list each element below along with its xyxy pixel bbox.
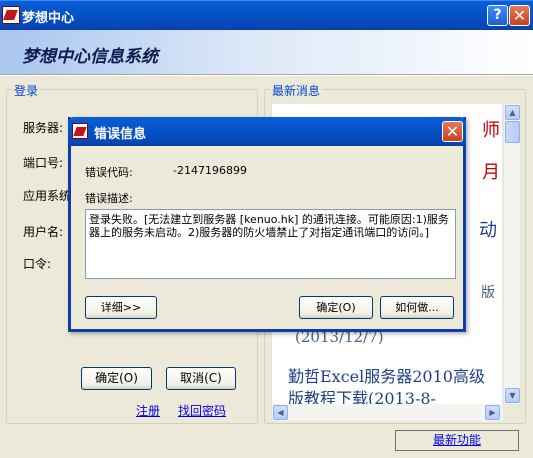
banner-title: 梦想中心信息系统 bbox=[22, 47, 158, 67]
dialog-app-icon bbox=[72, 123, 88, 139]
login-ok-button[interactable]: 确定(O) bbox=[81, 367, 152, 390]
latest-features-panel: 最新功能 bbox=[395, 430, 519, 451]
scroll-down-icon[interactable]: ▼ bbox=[505, 388, 520, 403]
news-vertical-scrollbar[interactable]: ▲ ▼ bbox=[503, 104, 520, 404]
login-group-label: 登录 bbox=[12, 82, 41, 99]
recover-password-link[interactable]: 找回密码 bbox=[178, 402, 226, 419]
scroll-thumb[interactable] bbox=[505, 121, 520, 143]
window-titlebar[interactable]: 梦想中心 ? ✕ bbox=[0, 0, 533, 30]
header-banner: 梦想中心信息系统 bbox=[0, 30, 533, 74]
dialog-close-button[interactable]: ✕ bbox=[442, 121, 463, 142]
scroll-right-icon[interactable]: ▶ bbox=[485, 405, 500, 420]
scroll-left-icon[interactable]: ◀ bbox=[273, 405, 288, 420]
error-description-text[interactable]: 登录失败。[无法建立到服务器 [kenuo.hk] 的通讯连接。可能原因:1)服… bbox=[85, 209, 456, 279]
dialog-ok-button[interactable]: 确定(O) bbox=[299, 296, 373, 319]
how-to-button[interactable]: 如何做... bbox=[380, 296, 454, 319]
news-partial-char: 动 bbox=[479, 220, 497, 241]
window-title: 梦想中心 bbox=[22, 11, 75, 26]
password-label: 口令: bbox=[23, 257, 52, 271]
news-group-label: 最新消息 bbox=[270, 82, 323, 99]
server-label: 服务器: bbox=[23, 121, 64, 135]
error-code-label: 错误代码: bbox=[85, 166, 133, 179]
app-system-label: 应用系统 bbox=[23, 189, 72, 203]
dialog-title: 错误信息 bbox=[94, 127, 147, 142]
dialog-titlebar[interactable]: 错误信息 ✕ bbox=[68, 117, 466, 146]
error-dialog: 错误信息 ✕ 错误代码: -2147196899 错误描述: 登录失败。[无法建… bbox=[68, 117, 466, 332]
help-button[interactable]: ? bbox=[487, 5, 508, 26]
close-window-button[interactable]: ✕ bbox=[509, 5, 530, 26]
news-partial-char: 月 bbox=[482, 162, 500, 183]
app-logo-icon bbox=[2, 6, 20, 24]
scroll-up-icon[interactable]: ▲ bbox=[505, 105, 520, 120]
banner-divider bbox=[0, 74, 533, 76]
news-partial-char: 版 bbox=[481, 285, 495, 301]
port-label: 端口号: bbox=[23, 156, 64, 170]
news-item-link[interactable]: 勤哲Excel服务器2010高级版教程下载(2013-8- bbox=[288, 366, 496, 404]
login-cancel-button[interactable]: 取消(C) bbox=[166, 367, 236, 390]
details-button[interactable]: 详细>> bbox=[85, 296, 157, 319]
news-partial-char: 师 bbox=[482, 120, 500, 141]
news-horizontal-scrollbar[interactable]: ◀ ▶ bbox=[272, 404, 503, 421]
username-label: 用户名: bbox=[23, 225, 64, 239]
latest-features-link[interactable]: 最新功能 bbox=[433, 433, 481, 447]
error-code-value: -2147196899 bbox=[173, 164, 247, 177]
error-description-label: 错误描述: bbox=[85, 192, 133, 205]
register-link[interactable]: 注册 bbox=[136, 402, 160, 419]
